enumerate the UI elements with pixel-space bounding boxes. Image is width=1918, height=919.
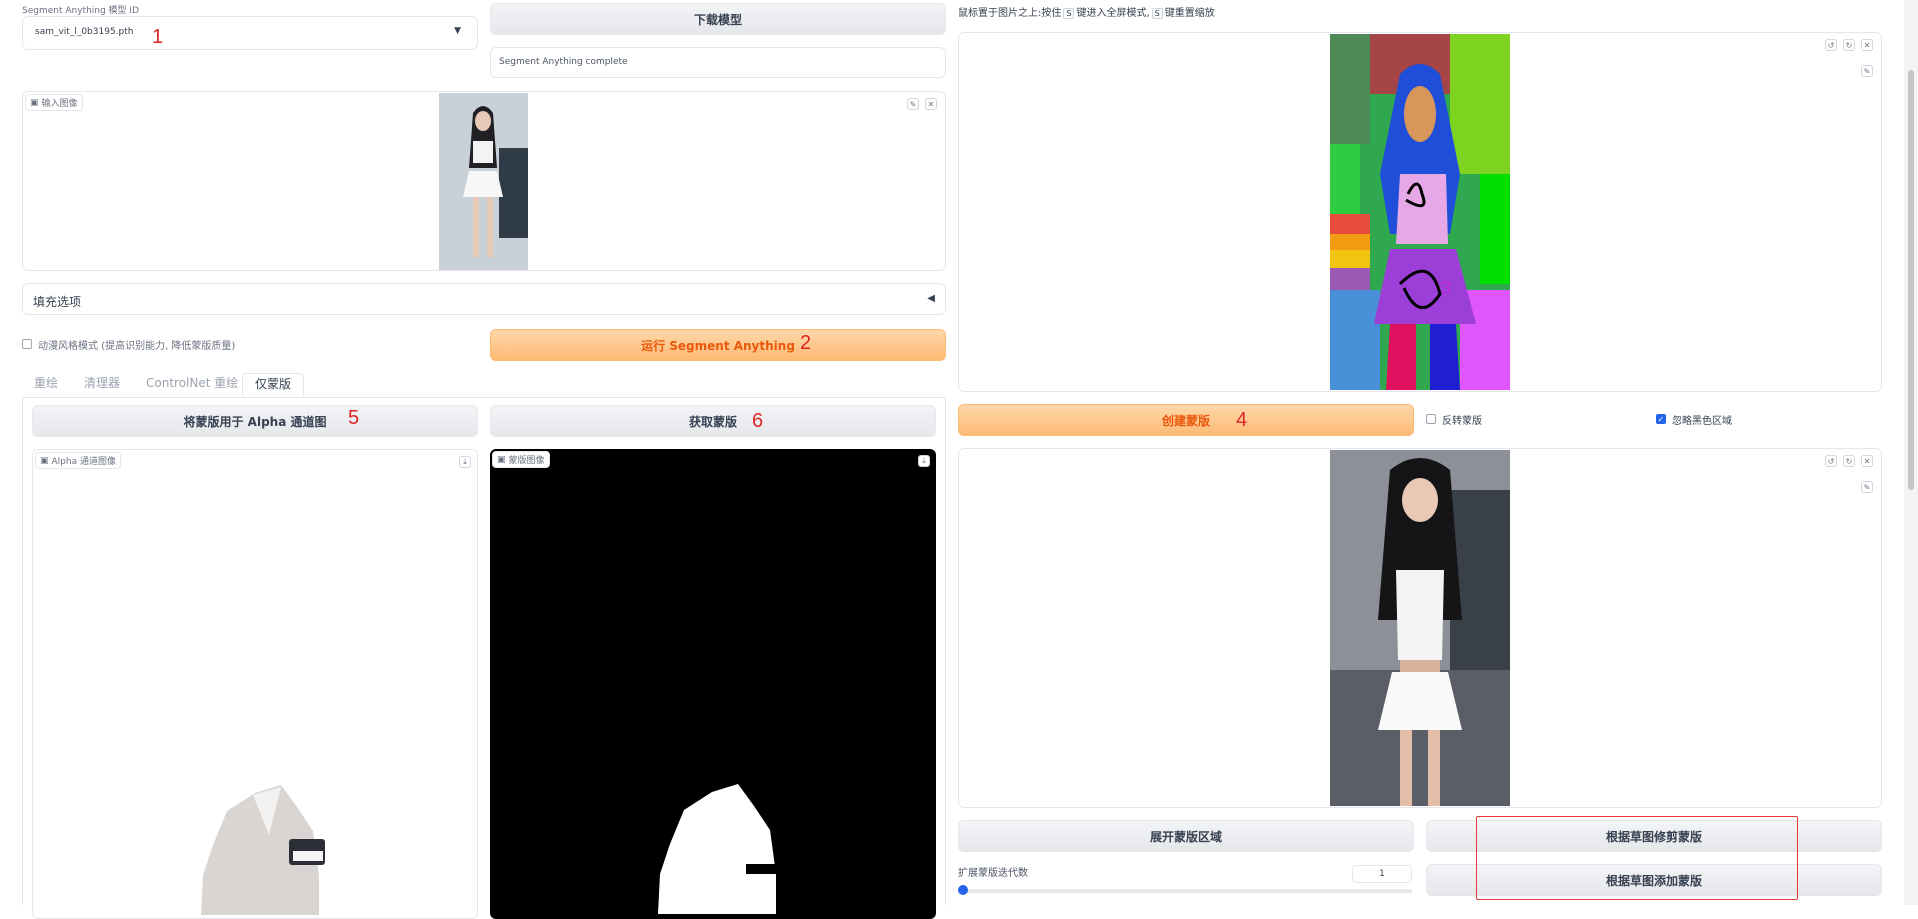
undo-icon[interactable]: ↺ [1825, 455, 1837, 467]
download-icon[interactable]: ⤓ [918, 455, 930, 467]
ignore-black-checkbox[interactable]: ✓ [1656, 414, 1666, 424]
annotation-6: 6 [752, 410, 764, 432]
hint-prefix: 鼠标置于图片之上:按住 [958, 8, 1062, 19]
redo-icon[interactable]: ↻ [1843, 455, 1855, 467]
brush-icon[interactable]: ✎ [1861, 481, 1873, 493]
download-icon[interactable]: ⤓ [459, 456, 471, 468]
iterations-slider-track[interactable] [958, 889, 1412, 893]
undo-icon[interactable]: ↺ [1825, 39, 1837, 51]
status-text: Segment Anything complete [499, 57, 628, 67]
annotation-1: 1 [152, 26, 164, 48]
anime-mode-checkbox[interactable] [22, 339, 32, 349]
hint-suffix: 键重置缩放 [1164, 8, 1215, 19]
mask-sketch-panel[interactable]: ↺ ↻ ✕ ✎ [958, 448, 1882, 808]
get-mask-button[interactable]: 获取蒙版 [490, 405, 936, 437]
input-image-panel[interactable]: ▣ 输入图像 ✎ ✕ [22, 91, 946, 271]
segmentation-sketch-image [1330, 34, 1510, 390]
keyboard-hint: 鼠标置于图片之上:按住 S 键进入全屏模式, S 键重置缩放 [958, 4, 1215, 19]
status-box: Segment Anything complete [490, 47, 946, 78]
mask-white-shape [658, 784, 776, 914]
collapse-arrow-icon: ◀ [927, 293, 935, 304]
input-photo [439, 93, 528, 270]
alpha-image-tag: ▣ Alpha 通道图像 [35, 452, 121, 469]
annotation-3: 3 [1441, 278, 1452, 298]
hint-mid: 键进入全屏模式, [1076, 8, 1150, 19]
close-icon[interactable]: ✕ [1861, 39, 1873, 51]
image-icon: ▣ [40, 455, 49, 466]
expand-mask-button[interactable]: 展开蒙版区域 [958, 820, 1414, 852]
run-segment-anything-button[interactable]: 运行 Segment Anything [490, 329, 946, 361]
iterations-slider-thumb[interactable] [958, 885, 968, 895]
image-icon: ▣ [497, 454, 506, 465]
input-image-label: 输入图像 [41, 99, 78, 109]
input-photo-figure [439, 93, 528, 270]
tab-controlnet-inpaint[interactable]: ControlNet 重绘 [146, 373, 238, 393]
ignore-black-label: 忽略黑色区域 [1672, 416, 1732, 427]
invert-mask-checkbox[interactable] [1426, 414, 1436, 424]
close-icon[interactable]: ✕ [925, 98, 937, 110]
edit-icon[interactable]: ✎ [907, 98, 919, 110]
redo-icon[interactable]: ↻ [1843, 39, 1855, 51]
hint-key-1: S [1063, 8, 1075, 19]
mask-image-label: 蒙版图像 [508, 456, 545, 466]
image-icon: ▣ [30, 97, 39, 108]
annotation-5: 5 [348, 407, 360, 429]
model-select-value: sam_vit_l_0b3195.pth [35, 27, 134, 37]
mask-image-tag: ▣ 蒙版图像 [492, 451, 550, 468]
create-mask-label: 创建蒙版 [1161, 413, 1210, 428]
input-image-tag: ▣ 输入图像 [25, 94, 83, 111]
alpha-image-panel[interactable]: ▣ Alpha 通道图像 ⤓ [32, 449, 478, 919]
invert-mask-label: 反转蒙版 [1442, 416, 1482, 427]
mask-image-panel[interactable]: ▣ 蒙版图像 ⤓ [490, 449, 936, 919]
tab-bar: 重绘 清理器 ControlNet 重绘 仅蒙版 [22, 373, 946, 398]
sketch-photo [1330, 450, 1510, 806]
create-mask-button[interactable]: 创建蒙版 [958, 404, 1414, 436]
brush-icon[interactable]: ✎ [1861, 65, 1873, 77]
iterations-label: 扩展蒙版迭代数 [958, 868, 1028, 879]
apply-mask-alpha-button[interactable]: 将蒙版用于 Alpha 通道图 [32, 405, 478, 437]
annotation-4: 4 [1236, 409, 1248, 431]
iterations-number-input[interactable]: 1 [1352, 865, 1412, 883]
download-model-button[interactable]: 下载模型 [490, 3, 946, 35]
tab-inpaint[interactable]: 重绘 [34, 373, 58, 393]
alpha-image-label: Alpha 通道图像 [51, 457, 116, 467]
run-button-label: 运行 Segment Anything [641, 338, 795, 353]
anime-mode-label: 动漫风格模式 (提高识别能力, 降低蒙版质量) [38, 341, 236, 352]
tab-mask-only[interactable]: 仅蒙版 [242, 373, 305, 397]
model-select-label: Segment Anything 模型 ID [22, 6, 140, 16]
model-select[interactable]: sam_vit_l_0b3195.pth ▼ [22, 16, 478, 50]
dropdown-caret-icon: ▼ [454, 26, 461, 36]
hint-key-2: S [1151, 8, 1163, 19]
annotation-2: 2 [800, 332, 812, 354]
tab-cleaner[interactable]: 清理器 [84, 373, 120, 393]
segmentation-output-panel[interactable]: ↺ ↻ ✕ ✎ 3 [958, 32, 1882, 392]
page-scrollbar[interactable] [1904, 0, 1918, 905]
fill-options-label: 填充选项 [33, 295, 82, 309]
page-scrollbar-thumb[interactable] [1908, 70, 1914, 490]
fill-options-accordion[interactable]: 填充选项 ◀ [22, 283, 946, 315]
highlight-frame [1476, 816, 1798, 900]
alpha-cutout-shirt [201, 785, 325, 915]
close-icon[interactable]: ✕ [1861, 455, 1873, 467]
